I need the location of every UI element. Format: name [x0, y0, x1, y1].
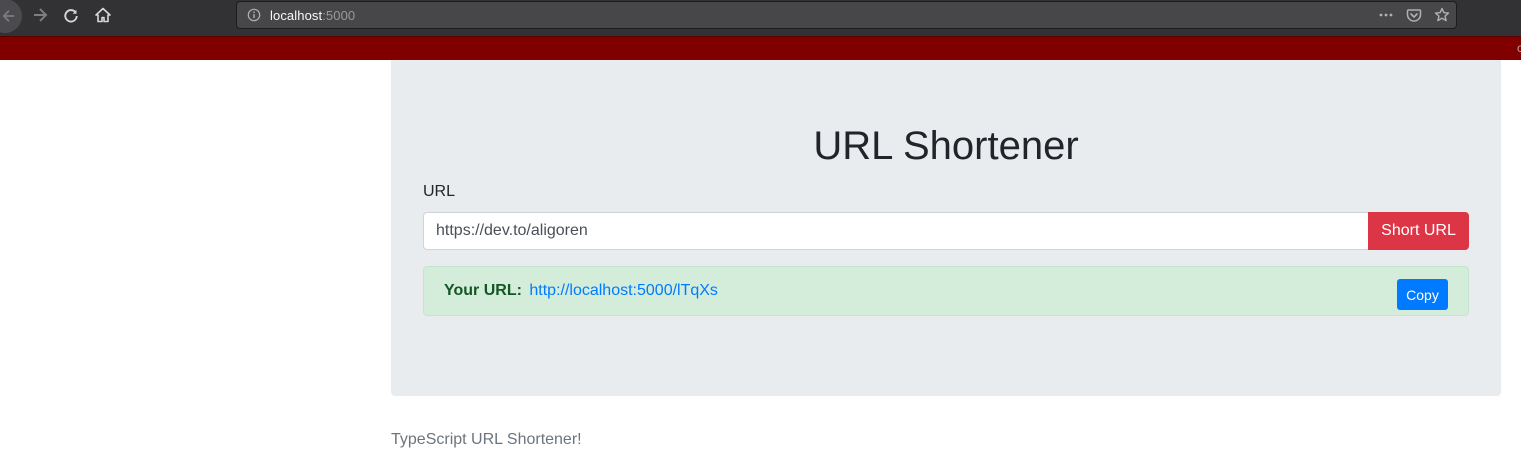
address-bar-actions: [1378, 2, 1450, 28]
address-bar-url[interactable]: localhost:5000: [270, 8, 355, 23]
copy-button[interactable]: Copy: [1397, 279, 1448, 310]
notification-text: c: [1517, 41, 1521, 55]
notification-bar: c: [0, 36, 1521, 60]
url-field-label: URL: [423, 183, 456, 200]
address-bar[interactable]: localhost:5000: [236, 1, 1457, 29]
arrow-right-icon: [32, 7, 48, 23]
footer-text: TypeScript URL Shortener!: [391, 431, 582, 448]
browser-toolbar: localhost:5000: [0, 0, 1521, 36]
result-line: Your URL: http://localhost:5000/lTqXs: [444, 282, 718, 300]
page-title: URL Shortener: [813, 124, 1079, 168]
home-icon: [95, 7, 111, 23]
reload-button[interactable]: [56, 3, 86, 27]
short-url-link[interactable]: http://localhost:5000/lTqXs: [529, 282, 718, 299]
url-port: :5000: [322, 7, 356, 23]
star-icon[interactable]: [1434, 7, 1450, 23]
home-button[interactable]: [88, 3, 118, 27]
result-label: Your URL:: [444, 282, 522, 299]
url-input[interactable]: [423, 212, 1368, 250]
url-host: localhost: [270, 7, 323, 23]
pocket-icon[interactable]: [1406, 7, 1422, 23]
result-alert: Your URL: http://localhost:5000/lTqXs Co…: [423, 266, 1469, 316]
arrow-left-icon: [2, 9, 16, 23]
back-button[interactable]: [0, 0, 22, 33]
shortener-panel: URL Shortener URL Short URL Your URL: ht…: [391, 60, 1501, 396]
short-url-button[interactable]: Short URL: [1368, 212, 1469, 250]
info-icon[interactable]: [246, 7, 262, 23]
forward-button[interactable]: [25, 3, 55, 27]
reload-icon: [63, 7, 79, 23]
more-icon[interactable]: [1378, 7, 1394, 23]
url-input-group: Short URL: [423, 212, 1469, 250]
